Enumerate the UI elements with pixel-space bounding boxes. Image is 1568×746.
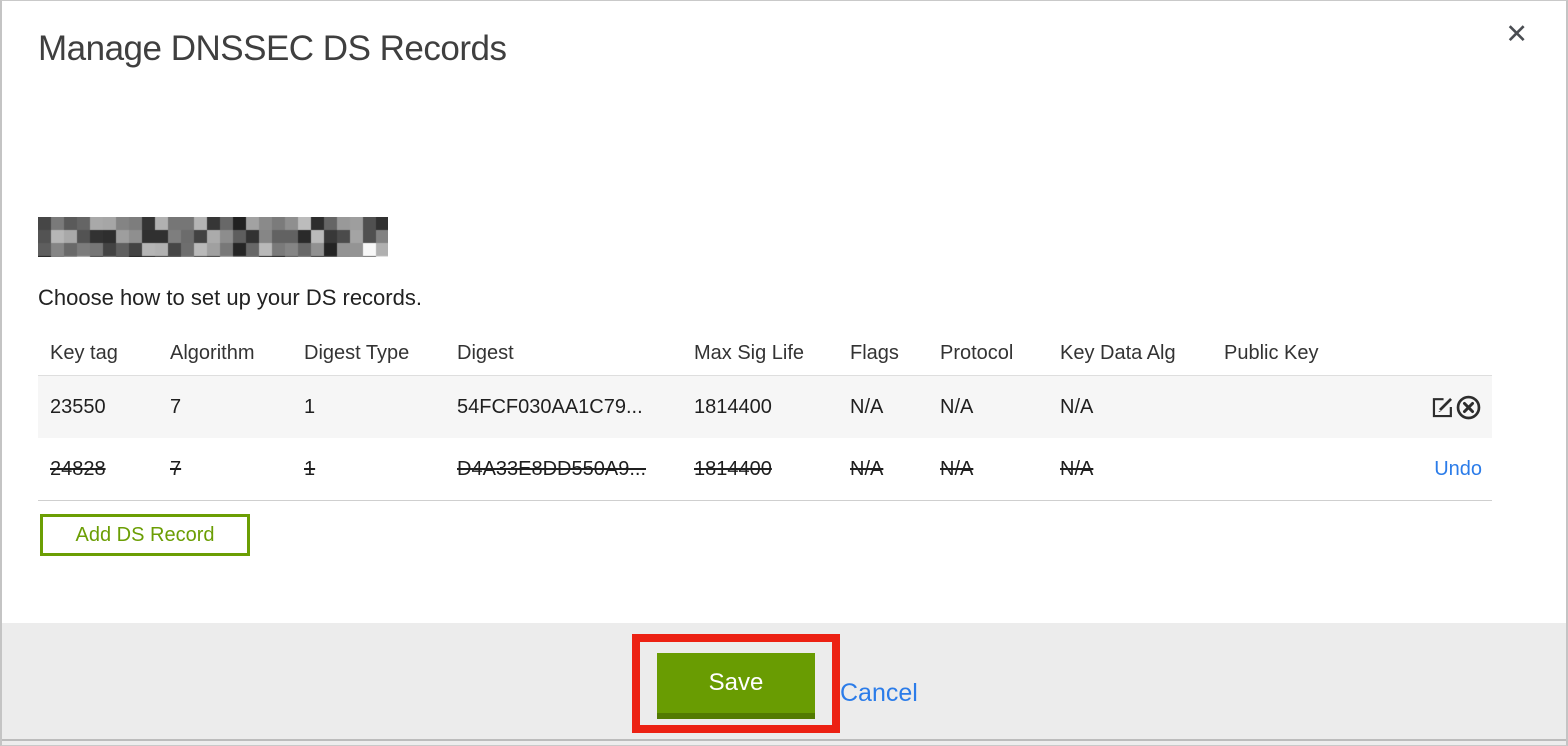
close-icon[interactable]: ✕ — [1505, 21, 1528, 48]
cell-key-tag: 23550 — [50, 395, 106, 418]
table-header-row: Key tag Algorithm Digest Type Digest Max… — [38, 331, 1492, 376]
cell-algorithm: 7 — [170, 395, 182, 418]
cell-max-sig-life: 1814400 — [694, 395, 772, 418]
manage-dnssec-modal: Manage DNSSEC DS Records ✕ Choose how to… — [0, 0, 1568, 746]
col-max-sig-life: Max Sig Life — [694, 331, 850, 376]
cell-key-data-alg: N/A — [1060, 395, 1094, 418]
col-actions — [1354, 331, 1492, 376]
cell-protocol: N/A — [940, 395, 974, 418]
cell-max-sig-life: 1814400 — [694, 457, 772, 480]
add-ds-record-button[interactable]: Add DS Record — [40, 514, 250, 556]
col-digest: Digest — [457, 331, 694, 376]
cell-digest-type: 1 — [304, 395, 316, 418]
cell-flags: N/A — [850, 457, 884, 480]
cell-flags: N/A — [850, 395, 884, 418]
col-flags: Flags — [850, 331, 940, 376]
col-algorithm: Algorithm — [170, 331, 304, 376]
edit-record-icon[interactable] — [1430, 395, 1455, 420]
cancel-link[interactable]: Cancel — [840, 679, 918, 708]
ds-records-instruction: Choose how to set up your DS records. — [38, 285, 422, 310]
cell-digest: 54FCF030AA1C79... — [457, 395, 643, 418]
page-title: Manage DNSSEC DS Records — [38, 29, 507, 68]
col-digest-type: Digest Type — [304, 331, 457, 376]
cell-digest: D4A33E8DD550A9... — [457, 457, 647, 480]
table-row: 23550 7 1 54FCF030AA1C79... 1814400 N/A … — [38, 375, 1492, 438]
modal-footer: Save Cancel — [2, 623, 1566, 739]
delete-record-icon[interactable] — [1455, 394, 1482, 421]
cell-key-data-alg: N/A — [1060, 457, 1094, 480]
redacted-domain-name — [38, 217, 388, 257]
col-key-data-alg: Key Data Alg — [1060, 331, 1224, 376]
cell-algorithm: 7 — [170, 457, 182, 480]
col-key-tag: Key tag — [38, 331, 170, 376]
save-button[interactable]: Save — [657, 653, 815, 719]
cell-key-tag: 24828 — [50, 457, 106, 480]
ds-records-table: Key tag Algorithm Digest Type Digest Max… — [38, 331, 1492, 501]
cell-digest-type: 1 — [304, 457, 316, 480]
page-background-strip — [2, 741, 1566, 745]
col-public-key: Public Key — [1224, 331, 1354, 376]
col-protocol: Protocol — [940, 331, 1060, 376]
table-row-deleted: 24828 7 1 D4A33E8DD550A9... 1814400 N/A … — [38, 438, 1492, 501]
undo-link[interactable]: Undo — [1434, 458, 1482, 480]
cell-protocol: N/A — [940, 457, 974, 480]
